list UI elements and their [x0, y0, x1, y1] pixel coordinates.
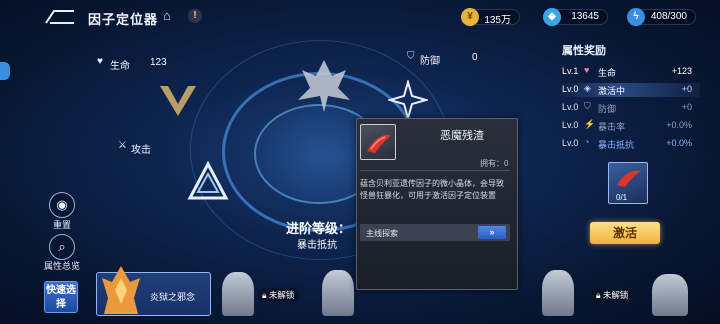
gem-icon: ◈ — [584, 83, 591, 93]
activate-button[interactable]: 激活 — [590, 222, 660, 244]
quick-select-button[interactable]: 快速选择 — [44, 281, 78, 313]
item-count: 0/1 — [616, 193, 628, 202]
page-title: 因子定位器 — [88, 12, 159, 27]
popup-item-title: 恶魔残渣 — [440, 130, 484, 142]
popup-go-button[interactable]: » — [478, 226, 506, 239]
popup-owned-count: 拥有：0 — [480, 159, 509, 168]
overview-label: 属性总览 — [44, 261, 81, 271]
home-icon[interactable]: ⌂ — [163, 9, 177, 23]
shield-icon: ⛉ — [407, 51, 415, 62]
crit-icon: ⚡ — [584, 119, 596, 129]
advance-level-label: 进阶等级： — [286, 221, 352, 236]
shield-icon: ⛉ — [584, 101, 591, 111]
heart-icon: ♥ — [97, 56, 103, 67]
atk-label: 攻击 — [131, 145, 151, 156]
popup-description: 蕴含贝利亚遗传因子的微小晶体，会导致怪兽狂暴化，可用于激活因子定位装置 — [360, 179, 504, 200]
demon-residue-icon — [617, 170, 641, 187]
crit-resist-icon: ◔ — [584, 137, 590, 147]
advance-sub-label: 暴击抵抗 — [297, 240, 337, 251]
reward-row-crit: Lv.0 ⚡ 暴击率 +0.0% — [562, 119, 692, 132]
side-tab[interactable] — [0, 62, 10, 80]
lock-icon: 🔒︎ — [596, 290, 601, 300]
reward-row-activating: Lv.0 ◈ 激活中 +0 — [560, 83, 700, 97]
star-emblem-icon — [388, 80, 428, 120]
locked-monster-statue-1[interactable] — [222, 272, 254, 316]
sword-icon: ⚔ — [118, 140, 127, 151]
rewards-title: 属性奖励 — [562, 45, 606, 57]
def-value: 0 — [472, 52, 478, 63]
fire-monster-icon — [102, 266, 140, 314]
def-label: 防御 — [420, 56, 440, 67]
energy-counter[interactable]: ϟ 408/300 — [627, 8, 696, 26]
reset-icon: ◉ — [56, 197, 68, 212]
monster-crest-icon — [298, 60, 350, 112]
lock-icon: 🔒︎ — [262, 290, 267, 300]
triangle-emblem-icon — [187, 160, 229, 200]
hp-label: 生命 — [110, 61, 130, 72]
locked-monster-statue-4[interactable] — [652, 274, 688, 316]
demon-residue-icon — [367, 134, 391, 153]
diamond-icon: ◆ — [543, 8, 561, 26]
v-emblem-icon — [160, 86, 196, 116]
locked-badge-2: 🔒︎ 未解锁 — [592, 288, 635, 302]
reset-label: 重置 — [53, 220, 72, 230]
reward-row-def: Lv.0 ⛉ 防御 +0 — [562, 101, 692, 114]
magnifier-icon: ⌕ — [58, 239, 66, 254]
hp-value: 123 — [150, 57, 167, 68]
required-item-slot[interactable] — [608, 162, 648, 204]
energy-icon: ϟ — [627, 8, 645, 26]
selected-monster-name: 炎狱之邪念 — [150, 292, 196, 302]
gold-coin-icon: ¥ — [461, 8, 479, 26]
locked-monster-statue-3[interactable] — [542, 270, 574, 316]
back-icon[interactable] — [44, 9, 76, 25]
heart-icon: ♥ — [584, 65, 590, 75]
popup-divider — [360, 170, 510, 171]
locked-monster-statue-2[interactable] — [322, 270, 354, 316]
popup-item-slot — [360, 124, 396, 160]
overview-button[interactable]: ⌕ — [49, 234, 75, 260]
alert-icon[interactable]: ! — [188, 9, 202, 23]
reward-row-hp: Lv.1 ♥ 生命 +123 — [562, 65, 692, 78]
reward-row-crit-resist: Lv.0 ◔ 暴击抵抗 +0.0% — [562, 137, 692, 150]
diamond-counter[interactable]: ◆ 13645 — [543, 8, 608, 26]
locked-badge-1: 🔒︎ 未解锁 — [258, 288, 301, 302]
gold-counter[interactable]: ¥ 135万 — [461, 8, 520, 26]
reset-button[interactable]: ◉ — [49, 192, 75, 218]
popup-source-label: 主线探索 — [366, 229, 398, 238]
